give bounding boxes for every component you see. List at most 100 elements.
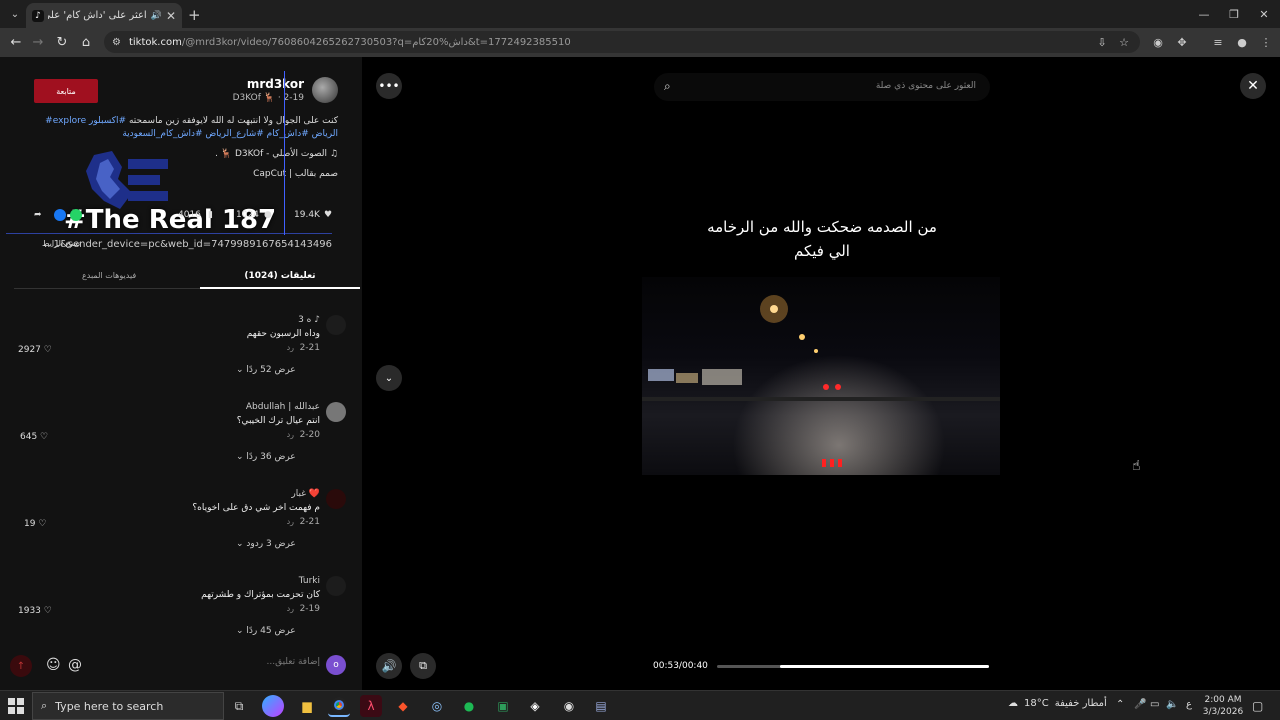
post-comment-arrow-icon[interactable]: ↑ [10,655,32,677]
restore-button[interactable]: ❐ [1218,0,1250,28]
menu-kebab-icon[interactable]: ⋮ [1258,34,1274,50]
windows-start-icon[interactable] [8,698,24,714]
commenter-name[interactable]: غبار ❤️ [291,489,320,499]
share-icon[interactable]: ➦ [34,207,42,223]
url-text[interactable]: tiktok.com/@mrd3kor/video/76086042652627… [129,37,571,48]
notifications-icon[interactable]: ▢ [1252,699,1263,713]
comment-likes[interactable]: 19 ♡ [24,519,46,529]
picture-in-picture-icon[interactable]: ⧉ [410,653,436,679]
incognito-icon[interactable]: ◉ [1150,34,1166,50]
music-link[interactable]: ♫ الصوت الأصلي - D3KOf 🦌 . [215,149,338,159]
volume-icon[interactable]: 🔊 [376,653,402,679]
commenter-avatar[interactable] [326,402,346,422]
reply-button[interactable]: رد [287,430,294,439]
install-app-icon[interactable]: ⇩ [1094,34,1110,50]
copilot-icon[interactable] [262,695,284,717]
bookmark-icon[interactable]: ▮ [208,207,213,223]
profile-avatar-icon[interactable]: ● [1234,34,1250,50]
comment-likes[interactable]: 645 ♡ [20,432,48,442]
tab-search-icon[interactable]: ⌄ [4,3,26,25]
bookmark-star-icon[interactable]: ☆ [1116,34,1132,50]
commenter-avatar[interactable] [326,315,346,335]
comment-likes[interactable]: 1933 ♡ [18,606,52,616]
capcut-icon[interactable]: ◈ [524,695,546,717]
home-icon[interactable]: ⌂ [76,32,96,52]
commenter-name[interactable]: Abdullah | عبدالله [246,402,320,412]
search-icon[interactable]: ⌕ [664,79,671,94]
comments-panel: متابعة mrd3kor D3KOf 🦌 · 2-19 كنت على ال… [0,57,362,690]
task-view-icon[interactable]: ⧉ [228,695,250,717]
creator-subtitle: D3KOf 🦌 · 2-19 [232,93,304,103]
file-explorer-icon[interactable]: ▆ [296,695,318,717]
view-replies-button[interactable]: ⌄ عرض 3 ردود [236,539,296,549]
reply-button[interactable]: رد [287,343,294,352]
reload-icon[interactable]: ↻ [52,32,72,52]
comments-stat[interactable]: 1024 [236,207,259,223]
creator-avatar[interactable] [312,77,338,103]
tab-creator-videos[interactable]: فيديوهات المبدع [82,271,136,280]
extensions-icon[interactable]: ✥ [1174,34,1190,50]
clock[interactable]: 2:00 AM 3/3/2026 [1200,694,1246,718]
mention-icon[interactable]: @ [68,657,82,673]
forward-icon[interactable]: → [28,32,48,52]
audio-playing-icon[interactable]: 🔊 [151,11,162,21]
close-window-button[interactable]: ✕ [1248,0,1280,28]
commenter-name[interactable]: 3 ه ♪ [298,315,320,325]
microphone-icon[interactable]: 🎤 [1134,699,1146,710]
more-options-icon[interactable]: ••• [376,73,402,99]
reply-button[interactable]: رد [287,604,294,613]
browser-tab-tiktok[interactable]: ♪ اعثر على 'داش كام' على TikTok 🔊 ✕ [26,3,182,28]
my-avatar[interactable]: o [326,655,346,675]
brave-icon[interactable]: ◆ [392,695,414,717]
acrobat-icon[interactable]: λ [360,695,382,717]
social-share-icons[interactable] [54,207,82,223]
view-replies-button[interactable]: ⌄ عرض 36 ردًا [236,452,296,462]
share-link-text[interactable]: ...1&sender_device=pc&web_id=74799891676… [44,239,332,250]
follow-button[interactable]: متابعة [34,79,98,103]
spotify-icon[interactable]: ● [458,695,480,717]
commenter-avatar[interactable] [326,576,346,596]
comment-bubble-icon[interactable]: ● [264,207,272,223]
emoji-icon[interactable]: ☺ [46,657,61,673]
creator-username[interactable]: mrd3kor [247,77,304,91]
tray-chevron-icon[interactable]: ⌃ [1116,699,1124,710]
saves-stat[interactable]: 4016 [178,207,201,223]
whatsapp-icon[interactable] [70,209,82,221]
view-replies-button[interactable]: ⌄ عرض 52 ردًا [236,365,296,375]
site-info-icon[interactable]: ⚙ [112,37,121,48]
excel-icon[interactable]: ▣ [492,695,514,717]
discord-icon[interactable]: ◉ [558,695,580,717]
notepad-icon[interactable]: ▤ [590,695,612,717]
next-video-icon[interactable]: ⌄ [376,365,402,391]
minimize-button[interactable]: — [1188,0,1220,28]
video-frame[interactable] [642,277,1000,475]
address-bar-row: ← → ↻ ⌂ ⚙ tiktok.com/@mrd3kor/video/7608… [0,28,1280,57]
comment-input[interactable]: إضافة تعليق... [90,657,320,667]
steam-icon[interactable]: ◎ [426,695,448,717]
progress-bar[interactable] [717,665,989,668]
commenter-name[interactable]: Turki [299,576,320,586]
chrome-icon[interactable] [328,695,350,717]
input-language[interactable]: ع [1186,699,1192,710]
close-icon[interactable]: ✕ [1240,73,1266,99]
reply-button[interactable]: رد [287,517,294,526]
commenter-avatar[interactable] [326,489,346,509]
omnibox[interactable]: ⚙ tiktok.com/@mrd3kor/video/760860426526… [104,31,1140,53]
taskbar-search[interactable]: ⌕ Type here to search [32,692,224,720]
speaker-icon[interactable]: 🔈 [1166,699,1178,710]
network-icon[interactable]: ▭ [1150,699,1159,710]
facebook-icon[interactable] [54,209,66,221]
tab-comments[interactable]: (1024) تعليقات [200,267,360,289]
related-search-box[interactable]: ⌕ العثور على محتوى ذي صلة [654,73,990,101]
heart-icon[interactable]: ♥ [324,207,332,223]
tab-close-icon[interactable]: ✕ [166,9,176,23]
back-icon[interactable]: ← [6,32,26,52]
weather-widget[interactable]: ☁ 18°C أمطار خفيفة [1008,698,1107,709]
new-tab-button[interactable]: + [188,6,201,24]
view-replies-button[interactable]: ⌄ عرض 45 ردًا [236,626,296,636]
likes-stat[interactable]: 19.4K [294,207,320,223]
comment-likes[interactable]: 2927 ♡ [18,345,52,355]
windows-taskbar: ⌕ Type here to search ⧉ ▆ λ ◆ ◎ ● ▣ ◈ ◉ … [0,690,1280,720]
capcut-template-link[interactable]: CapCut | صمم بقالب [253,169,338,179]
media-control-icon[interactable]: ≡ [1210,34,1226,50]
